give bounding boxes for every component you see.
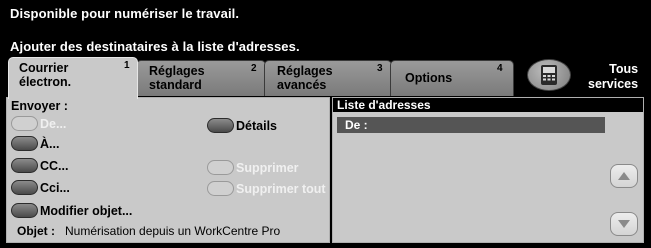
- pill-indicator: [207, 118, 234, 133]
- address-list-header: Liste d'adresses: [333, 98, 643, 112]
- modifier-objet-button[interactable]: Modifier objet...: [11, 203, 132, 218]
- tab-label-line2: avancés: [277, 78, 327, 92]
- cci-button[interactable]: Cci...: [11, 180, 70, 195]
- address-list-panel: Liste d'adresses De :: [332, 97, 644, 243]
- cci-button-label: Cci...: [40, 180, 70, 195]
- tab-label-line1: Réglages: [277, 64, 333, 78]
- device-icon: [541, 65, 557, 85]
- objet-label: Objet :: [17, 224, 55, 238]
- tous-services-button[interactable]: Tous services: [588, 62, 638, 92]
- pill-indicator: [11, 158, 38, 173]
- details-button-label: Détails: [236, 118, 277, 133]
- pill-indicator: [11, 136, 38, 151]
- send-options-panel: Envoyer : De... À... CC... Cci... Modifi…: [6, 97, 330, 243]
- cc-button-label: CC...: [40, 158, 69, 173]
- pill-indicator: [11, 203, 38, 218]
- supprimer-tout-button[interactable]: Supprimer tout: [207, 181, 326, 196]
- tab-label-line1: Courrier: [19, 61, 69, 75]
- supprimer-button[interactable]: Supprimer: [207, 160, 299, 175]
- tab-label-line2: standard: [149, 78, 202, 92]
- cc-button[interactable]: CC...: [11, 158, 68, 173]
- down-arrow-icon: [618, 220, 630, 228]
- objet-value: Numérisation depuis un WorkCentre Pro: [65, 224, 281, 238]
- services-button[interactable]: [527, 59, 571, 91]
- list-item[interactable]: De :: [337, 117, 605, 133]
- tab-reglages-standard[interactable]: Réglages standard 2: [136, 60, 266, 96]
- details-button[interactable]: Détails: [207, 118, 277, 133]
- tab-label-line2: électron.: [19, 75, 72, 89]
- tab-label-line1: Réglages: [149, 64, 205, 78]
- tab-label-line1: Options: [405, 71, 453, 85]
- tous-services-line2: services: [588, 77, 639, 91]
- pill-indicator: [11, 180, 38, 195]
- supprimer-button-label: Supprimer: [236, 160, 299, 175]
- supprimer-tout-button-label: Supprimer tout: [236, 181, 326, 196]
- tab-number: 1: [124, 60, 130, 71]
- scroll-down-button[interactable]: [610, 212, 638, 236]
- tous-services-line1: Tous: [609, 62, 639, 76]
- pill-indicator: [11, 116, 38, 131]
- pill-indicator: [207, 160, 234, 175]
- de-button-label: De...: [40, 116, 67, 131]
- pill-indicator: [207, 181, 234, 196]
- instruction-message: Ajouter des destinataires à la liste d'a…: [10, 39, 300, 54]
- status-message: Disponible pour numériser le travail.: [10, 6, 240, 21]
- scroll-up-button[interactable]: [610, 164, 638, 188]
- up-arrow-icon: [618, 172, 630, 180]
- tab-reglages-avances[interactable]: Réglages avancés 3: [264, 60, 392, 96]
- modifier-objet-label: Modifier objet...: [40, 203, 133, 218]
- objet-line: Objet : Numérisation depuis un WorkCentre…: [17, 224, 280, 238]
- tab-options[interactable]: Options 4: [390, 60, 514, 96]
- a-button-label: À...: [40, 136, 60, 151]
- tab-number: 2: [251, 63, 257, 74]
- a-button[interactable]: À...: [11, 136, 59, 151]
- tab-number: 4: [497, 63, 503, 74]
- envoyer-label: Envoyer :: [11, 99, 68, 113]
- tab-number: 3: [377, 63, 383, 74]
- tab-courrier-electron[interactable]: Courrier électron. 1: [8, 57, 138, 99]
- de-button[interactable]: De...: [11, 116, 66, 131]
